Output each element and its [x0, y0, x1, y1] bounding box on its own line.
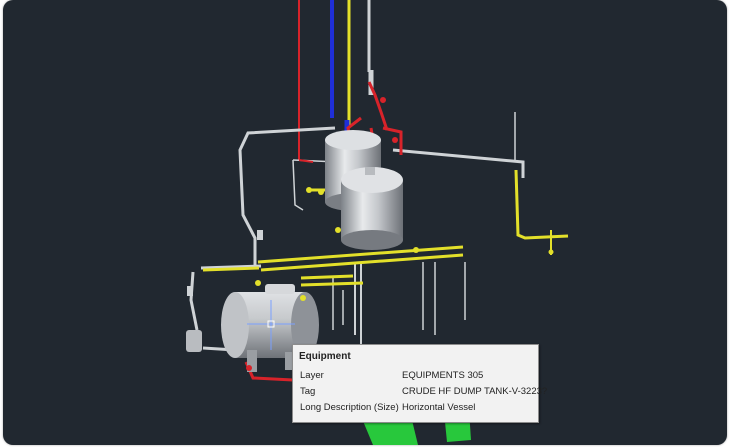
tooltip-value: Horizontal Vessel: [402, 402, 476, 413]
tooltip-row-tag: Tag CRUDE HF DUMP TANK-V-3223?: [300, 386, 547, 398]
tooltip-title: Equipment: [299, 351, 351, 362]
tooltip-row-layer: Layer EQUIPMENTS 305: [300, 370, 535, 382]
model-viewport[interactable]: Equipment Layer EQUIPMENTS 305 Tag CRUDE…: [3, 0, 727, 445]
tooltip-label: Tag: [300, 386, 316, 397]
tooltip-row-description: Long Description (Size) Horizontal Vesse…: [300, 402, 535, 414]
tooltip-value: CRUDE HF DUMP TANK-V-3223?: [402, 386, 548, 397]
equipment-tooltip: Equipment Layer EQUIPMENTS 305 Tag CRUDE…: [292, 344, 547, 423]
tooltip-label: Layer: [300, 370, 324, 381]
tooltip-value: EQUIPMENTS 305: [402, 370, 484, 381]
vertical-vessel-front: [341, 167, 403, 250]
tooltip-label: Long Description (Size): [300, 402, 399, 413]
